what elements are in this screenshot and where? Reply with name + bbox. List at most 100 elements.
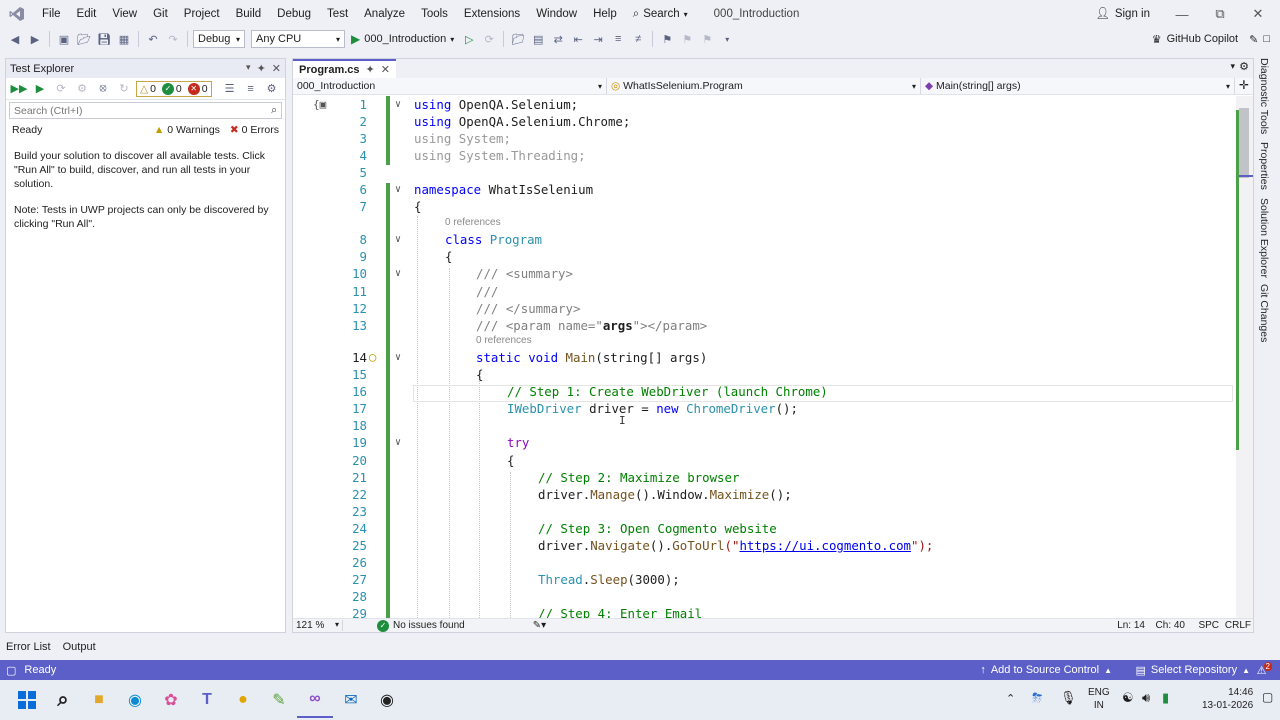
chrome-icon[interactable]: ● bbox=[225, 682, 261, 718]
menu-tools[interactable]: Tools bbox=[413, 0, 456, 28]
clock[interactable]: 14:46 13-01-2026 bbox=[1202, 686, 1253, 712]
solution-platform-select[interactable]: Any CPU ▾ bbox=[251, 30, 345, 48]
show-hidden-icons[interactable]: ⌃ bbox=[1006, 692, 1015, 705]
tab-error-list[interactable]: Error List bbox=[6, 641, 51, 653]
browse-folder-icon[interactable]: 📁︎ bbox=[509, 30, 527, 48]
navigate-back-icon[interactable]: ◀ bbox=[6, 30, 24, 48]
undo-icon[interactable]: ↶ bbox=[144, 30, 162, 48]
edge-browser-icon[interactable]: ◉ bbox=[117, 682, 153, 718]
window-position-icon[interactable]: ▾ bbox=[246, 62, 251, 75]
split-view-icon[interactable]: ✛ bbox=[1235, 78, 1253, 94]
defender-icon[interactable]: ⛈ bbox=[1032, 690, 1042, 706]
close-icon[interactable]: ✕ bbox=[272, 62, 281, 75]
tab-git-changes[interactable]: Git Changes bbox=[1258, 284, 1270, 342]
whitespace-indicator[interactable]: SPC bbox=[1198, 620, 1219, 631]
errors-summary[interactable]: ✖ 0 Errors bbox=[230, 124, 279, 136]
codelens-references[interactable]: 0 references bbox=[445, 217, 501, 228]
member-dropdown[interactable]: ◆ Main(string[] args) ▾ bbox=[921, 78, 1235, 94]
outlook-icon[interactable]: ✉ bbox=[333, 682, 369, 718]
toolbar-options-icon[interactable]: ▾ bbox=[718, 30, 736, 48]
lightbulb-icon[interactable]: ◯ bbox=[369, 350, 376, 364]
menu-test[interactable]: Test bbox=[319, 0, 356, 28]
repeat-run-icon[interactable]: ⟳ bbox=[52, 80, 70, 98]
save-icon[interactable]: 💾︎ bbox=[95, 30, 113, 48]
solution-configuration-select[interactable]: Debug ▾ bbox=[193, 30, 245, 48]
code-url[interactable]: https://ui.cogmento.com bbox=[739, 538, 911, 553]
tab-program-cs[interactable]: Program.cs ✦ ✕ bbox=[293, 59, 396, 78]
menu-git[interactable]: Git bbox=[145, 0, 176, 28]
collapse-icon[interactable]: ∨ bbox=[395, 352, 401, 363]
battery-icon[interactable]: ▮ bbox=[1162, 690, 1169, 706]
menu-extensions[interactable]: Extensions bbox=[456, 0, 528, 28]
menu-build[interactable]: Build bbox=[228, 0, 270, 28]
restore-button[interactable]: ⧉ bbox=[1202, 0, 1238, 28]
pin-icon[interactable]: ✦ bbox=[366, 63, 375, 76]
no-issues-indicator[interactable]: ✓ No issues found bbox=[377, 619, 465, 632]
start-button[interactable] bbox=[9, 682, 45, 718]
outdent-icon[interactable]: ⇤ bbox=[569, 30, 587, 48]
tab-output[interactable]: Output bbox=[63, 641, 96, 653]
scrollbar-thumb[interactable] bbox=[1239, 108, 1249, 178]
line-indicator[interactable]: Ln: 14 bbox=[1117, 620, 1145, 631]
menu-analyze[interactable]: Analyze bbox=[356, 0, 413, 28]
sync-icon[interactable]: ⇄ bbox=[549, 30, 567, 48]
open-file-icon[interactable]: 📂︎ bbox=[75, 30, 93, 48]
prev-bookmark-icon[interactable]: ⚑ bbox=[678, 30, 696, 48]
recorder-icon[interactable]: ◉ bbox=[369, 682, 405, 718]
line-ending-indicator[interactable]: CRLF bbox=[1225, 620, 1251, 631]
add-to-source-control-button[interactable]: ↑ Add to Source Control ▲ bbox=[980, 664, 1112, 676]
collapse-icon[interactable]: ∨ bbox=[395, 268, 401, 279]
bookmark-icon[interactable]: ⚑ bbox=[658, 30, 676, 48]
comment-icon[interactable]: ≡ bbox=[609, 30, 627, 48]
redo-icon[interactable]: ↷ bbox=[164, 30, 182, 48]
start-without-debugging-icon[interactable]: ▷ bbox=[460, 30, 478, 48]
copilot-app-icon[interactable]: ✿ bbox=[153, 682, 189, 718]
brush-icon[interactable]: ✎▾ bbox=[533, 620, 546, 631]
menu-help[interactable]: Help bbox=[585, 0, 625, 28]
file-explorer-icon[interactable]: ■ bbox=[81, 682, 117, 718]
layout-icon[interactable]: ▤ bbox=[529, 30, 547, 48]
indent-icon[interactable]: ⇥ bbox=[589, 30, 607, 48]
cancel-icon[interactable]: ⦻ bbox=[94, 80, 112, 98]
visual-studio-taskbar-icon[interactable]: ∞ bbox=[297, 682, 333, 718]
refresh-icon[interactable]: ↻ bbox=[115, 80, 133, 98]
menu-debug[interactable]: Debug bbox=[269, 0, 319, 28]
menu-window[interactable]: Window bbox=[528, 0, 585, 28]
column-indicator[interactable]: Ch: 40 bbox=[1156, 620, 1185, 631]
collapse-icon[interactable]: ∨ bbox=[395, 184, 401, 195]
debug-test-icon[interactable]: ⚙ bbox=[73, 80, 91, 98]
tab-solution-explorer[interactable]: Solution Explorer bbox=[1258, 198, 1270, 278]
tab-list-icon[interactable]: ▾ bbox=[1230, 61, 1235, 72]
test-search-input[interactable]: Search (Ctrl+I) ⌕ bbox=[9, 102, 282, 119]
collapse-icon[interactable]: ∨ bbox=[395, 437, 401, 448]
close-window-button[interactable]: ✕ bbox=[1240, 0, 1276, 28]
run-all-icon[interactable]: ▶▶ bbox=[10, 80, 28, 98]
settings-icon[interactable]: ⚙ bbox=[263, 80, 281, 98]
select-repository-button[interactable]: ▤ Select Repository ▲ bbox=[1135, 664, 1250, 677]
class-dropdown[interactable]: ◎ WhatIsSelenium.Program ▾ bbox=[607, 78, 921, 94]
teams-icon[interactable]: T bbox=[189, 682, 225, 718]
menu-file[interactable]: File bbox=[34, 0, 69, 28]
wifi-icon[interactable]: ☯ bbox=[1122, 690, 1134, 706]
feedback-icon[interactable]: ✎ bbox=[1249, 33, 1258, 46]
notifications-button[interactable]: ⚠ 2 bbox=[1257, 661, 1272, 677]
new-project-icon[interactable]: ▣ bbox=[55, 30, 73, 48]
menu-view[interactable]: View bbox=[104, 0, 145, 28]
tab-diagnostic-tools[interactable]: Diagnostic Tools bbox=[1258, 58, 1270, 134]
code-view[interactable]: {▣ 1 2 3 4 5 6 7 8 9 10 11 12 13 14 15 1… bbox=[293, 96, 1238, 620]
notepad-plus-icon[interactable]: ✎ bbox=[261, 682, 297, 718]
volume-icon[interactable]: 🔊︎ bbox=[1142, 690, 1150, 706]
group-by-icon[interactable]: ≡ bbox=[242, 80, 260, 98]
hot-reload-icon[interactable]: ⟳ bbox=[480, 30, 498, 48]
tab-properties[interactable]: Properties bbox=[1258, 142, 1270, 190]
search-taskbar-icon[interactable]: ⌕ bbox=[45, 682, 81, 718]
menu-edit[interactable]: Edit bbox=[69, 0, 105, 28]
github-copilot-button[interactable]: ♛ GitHub Copilot ✎ □ bbox=[1152, 28, 1270, 50]
collapse-icon[interactable]: ∨ bbox=[395, 234, 401, 245]
collapse-icon[interactable]: ∨ bbox=[395, 99, 401, 110]
sign-in-button[interactable]: 👤︎ Sign in bbox=[1095, 0, 1150, 28]
preview-icon[interactable]: □ bbox=[1263, 33, 1270, 45]
codelens-references[interactable]: 0 references bbox=[476, 335, 532, 346]
microphone-icon[interactable]: 🎙︎ bbox=[1060, 690, 1077, 706]
zoom-select[interactable]: 121 % ▾ bbox=[293, 620, 343, 631]
